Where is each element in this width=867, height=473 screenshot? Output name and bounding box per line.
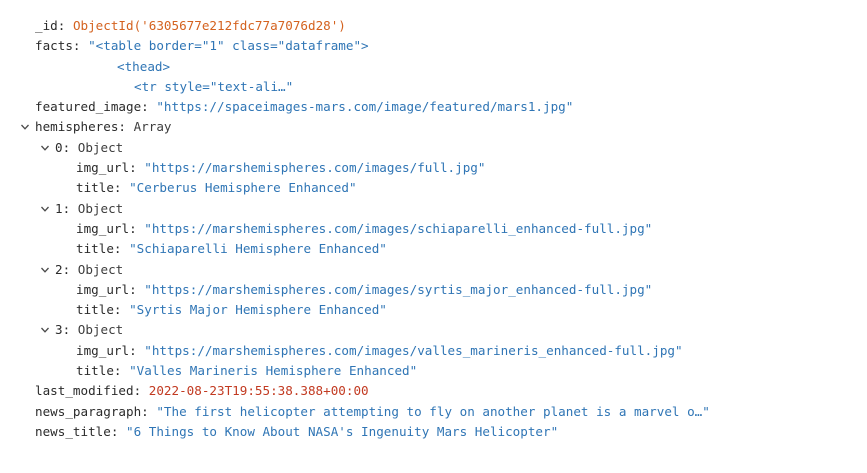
field-title[interactable]: title: "Syrtis Major Hemisphere Enhanced… xyxy=(0,300,867,320)
field-key: featured_image: xyxy=(35,99,149,115)
array-item-0[interactable]: 0: Object xyxy=(0,138,867,158)
img-url-value: "https://marshemispheres.com/images/syrt… xyxy=(144,281,653,297)
title-value: "Schiaparelli Hemisphere Enhanced" xyxy=(129,241,387,257)
field-img-url[interactable]: img_url: "https://marshemispheres.com/im… xyxy=(0,219,867,239)
array-item-3[interactable]: 3: Object xyxy=(0,320,867,340)
field-key: img_url: xyxy=(76,281,137,297)
chevron-down-icon[interactable] xyxy=(40,143,50,153)
field-key: news_title: xyxy=(35,423,119,439)
last-modified-value: 2022-08-23T19:55:38.388+00:00 xyxy=(148,383,369,399)
chevron-down-icon[interactable] xyxy=(40,265,50,275)
field-type: Object xyxy=(77,322,124,338)
facts-value-line-2: <thead> xyxy=(117,58,171,74)
field-img-url[interactable]: img_url: "https://marshemispheres.com/im… xyxy=(0,280,867,300)
field-title[interactable]: title: "Valles Marineris Hemisphere Enha… xyxy=(0,361,867,381)
img-url-value: "https://marshemispheres.com/images/vall… xyxy=(144,342,683,358)
array-index: 0: xyxy=(55,139,71,155)
document-view: _id: ObjectId('6305677e212fdc77a7076d28'… xyxy=(0,16,867,442)
field-key: last_modified: xyxy=(35,383,142,399)
img-url-value: "https://marshemispheres.com/images/schi… xyxy=(144,220,653,236)
field-key: hemispheres: xyxy=(35,119,126,135)
field-key: img_url: xyxy=(76,160,137,176)
field-news-title[interactable]: news_title: "6 Things to Know About NASA… xyxy=(0,422,867,442)
array-index: 3: xyxy=(55,322,71,338)
field-featured-image[interactable]: featured_image: "https://spaceimages-mar… xyxy=(0,97,867,117)
featured-image-value: "https://spaceimages-mars.com/image/feat… xyxy=(156,99,574,115)
field-hemispheres[interactable]: hemispheres: Array xyxy=(0,117,867,137)
field-type: Object xyxy=(77,261,124,277)
array-item-2[interactable]: 2: Object xyxy=(0,260,867,280)
field-id[interactable]: _id: ObjectId('6305677e212fdc77a7076d28'… xyxy=(0,16,867,36)
chevron-down-icon[interactable] xyxy=(20,122,30,132)
title-value: "Cerberus Hemisphere Enhanced" xyxy=(129,180,357,196)
field-key: title: xyxy=(76,363,122,379)
array-index: 1: xyxy=(55,200,71,216)
field-key: title: xyxy=(76,302,122,318)
field-type: Object xyxy=(77,139,124,155)
field-facts[interactable]: facts: "<table border="1" class="datafra… xyxy=(0,36,867,56)
object-id-value: ObjectId('6305677e212fdc77a7076d28') xyxy=(72,18,346,33)
field-key: title: xyxy=(76,241,122,257)
field-key: _id: xyxy=(35,18,66,33)
field-key: facts: xyxy=(35,38,81,54)
field-key: news_paragraph: xyxy=(35,403,149,419)
news-title-value: "6 Things to Know About NASA's Ingenuity… xyxy=(126,423,559,439)
chevron-down-icon[interactable] xyxy=(40,325,50,335)
array-item-1[interactable]: 1: Object xyxy=(0,199,867,219)
field-title[interactable]: title: "Schiaparelli Hemisphere Enhanced… xyxy=(0,239,867,259)
field-news-paragraph[interactable]: news_paragraph: "The first helicopter at… xyxy=(0,402,867,422)
field-facts-continued: <tr style="text-ali…" xyxy=(0,77,867,97)
field-img-url[interactable]: img_url: "https://marshemispheres.com/im… xyxy=(0,341,867,361)
img-url-value: "https://marshemispheres.com/images/full… xyxy=(144,160,486,176)
field-last-modified[interactable]: last_modified: 2022-08-23T19:55:38.388+0… xyxy=(0,381,867,401)
field-type: Object xyxy=(77,200,124,216)
field-key: title: xyxy=(76,180,122,196)
news-paragraph-value: "The first helicopter attempting to fly … xyxy=(156,403,710,419)
field-title[interactable]: title: "Cerberus Hemisphere Enhanced" xyxy=(0,178,867,198)
title-value: "Valles Marineris Hemisphere Enhanced" xyxy=(129,363,418,379)
field-facts-continued: <thead> xyxy=(0,57,867,77)
array-index: 2: xyxy=(55,261,71,277)
field-type: Array xyxy=(133,119,172,135)
facts-value-line-1: "<table border="1" class="dataframe"> xyxy=(88,38,369,54)
facts-value-line-3: <tr style="text-ali…" xyxy=(134,78,294,94)
chevron-down-icon[interactable] xyxy=(40,204,50,214)
field-img-url[interactable]: img_url: "https://marshemispheres.com/im… xyxy=(0,158,867,178)
title-value: "Syrtis Major Hemisphere Enhanced" xyxy=(129,302,387,318)
field-key: img_url: xyxy=(76,342,137,358)
field-key: img_url: xyxy=(76,220,137,236)
